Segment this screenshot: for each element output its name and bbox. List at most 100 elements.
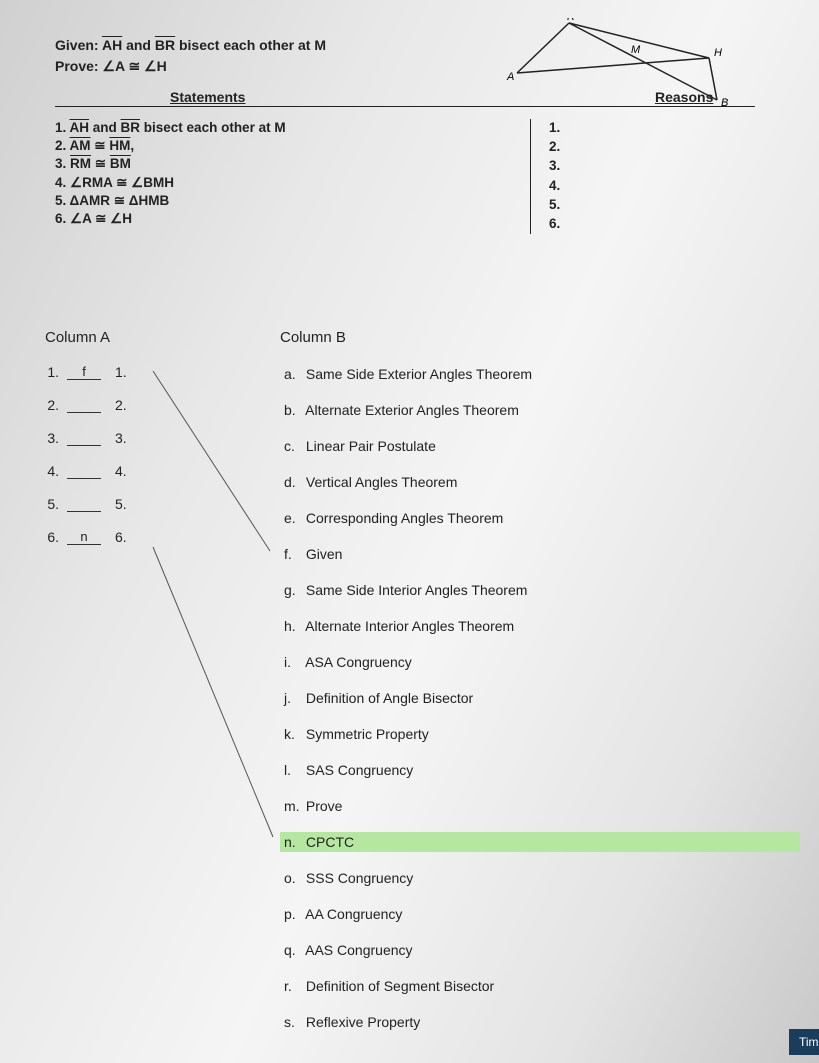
- option-text: AA Congruency: [305, 906, 402, 922]
- option-letter: g.: [284, 582, 302, 598]
- statement-row: 4. ∠RMA ≅ ∠BMH: [55, 174, 525, 192]
- column-b-item[interactable]: p. AA Congruency: [280, 904, 800, 924]
- reason-row: 3.: [549, 157, 560, 175]
- option-letter: f.: [284, 546, 302, 562]
- option-text: AAS Congruency: [305, 942, 412, 958]
- option-text: ASA Congruency: [305, 654, 412, 670]
- given-label: Given:: [55, 37, 99, 53]
- column-b-item[interactable]: f. Given: [280, 544, 800, 564]
- row-num-dup: 1.: [115, 364, 127, 380]
- row-num: 3.: [45, 430, 59, 446]
- reasons-column: 1.2.3. 4.5.6.: [525, 119, 560, 234]
- given-seg-br: BR: [155, 37, 175, 53]
- column-b-item[interactable]: r. Definition of Segment Bisector: [280, 976, 800, 996]
- option-letter: q.: [284, 942, 302, 958]
- option-text: Alternate Interior Angles Theorem: [305, 618, 514, 634]
- option-letter: b.: [284, 402, 302, 418]
- column-b-item[interactable]: g. Same Side Interior Angles Theorem: [280, 580, 800, 600]
- reason-row: 2.: [549, 138, 560, 156]
- option-letter: e.: [284, 510, 302, 526]
- row-num: 4.: [45, 463, 59, 479]
- column-b-item[interactable]: b. Alternate Exterior Angles Theorem: [280, 400, 800, 420]
- matching-section: Column A 1.f1.2.2.3.3.4.4.5.5.6.n6. Colu…: [0, 329, 819, 1048]
- column-b-item[interactable]: o. SSS Congruency: [280, 868, 800, 888]
- proof-header-section: Given: AH and BR bisect each other at M …: [0, 0, 819, 117]
- answer-blank[interactable]: n: [67, 529, 101, 545]
- statement-row: 2. AM ≅ HM,: [55, 137, 525, 155]
- column-b-item[interactable]: a. Same Side Exterior Angles Theorem: [280, 364, 800, 384]
- statement-row: 5. ΔAMR ≅ ΔHMB: [55, 192, 525, 210]
- column-b-item[interactable]: h. Alternate Interior Angles Theorem: [280, 616, 800, 636]
- option-text: Alternate Exterior Angles Theorem: [305, 402, 519, 418]
- answer-blank[interactable]: [67, 464, 101, 479]
- option-letter: a.: [284, 366, 302, 382]
- row-num-dup: 3.: [115, 430, 127, 446]
- prove-text: ∠A ≅ ∠H: [99, 58, 167, 74]
- row-num: 5.: [45, 496, 59, 512]
- column-a-row: 2.2.: [45, 397, 245, 413]
- option-text: SSS Congruency: [306, 870, 413, 886]
- row-num-dup: 4.: [115, 463, 127, 479]
- option-letter: p.: [284, 906, 302, 922]
- option-text: Linear Pair Postulate: [306, 438, 436, 454]
- row-num-dup: 2.: [115, 397, 127, 413]
- option-text: Prove: [306, 798, 343, 814]
- option-text: Vertical Angles Theorem: [306, 474, 458, 490]
- diagram-label-a: A: [506, 71, 514, 83]
- option-letter: d.: [284, 474, 302, 490]
- statements-header: Statements: [170, 89, 245, 105]
- column-b-item[interactable]: s. Reflexive Property: [280, 1012, 800, 1032]
- option-letter: c.: [284, 438, 302, 454]
- option-letter: k.: [284, 726, 302, 742]
- option-text: Same Side Exterior Angles Theorem: [306, 366, 532, 382]
- option-text: CPCTC: [306, 834, 354, 850]
- column-b-item[interactable]: l. SAS Congruency: [280, 760, 800, 780]
- column-a: Column A 1.f1.2.2.3.3.4.4.5.5.6.n6.: [45, 329, 245, 1048]
- option-letter: l.: [284, 762, 302, 778]
- answer-blank[interactable]: [67, 398, 101, 413]
- option-text: Corresponding Angles Theorem: [306, 510, 503, 526]
- given-and: and: [122, 37, 155, 53]
- column-b-item[interactable]: q. AAS Congruency: [280, 940, 800, 960]
- answer-blank[interactable]: f: [67, 364, 101, 380]
- column-b-item[interactable]: d. Vertical Angles Theorem: [280, 472, 800, 492]
- column-a-row: 6.n6.: [45, 529, 245, 545]
- reasons-header: Reasons: [655, 89, 713, 105]
- timer-badge[interactable]: Tim: [789, 1029, 819, 1055]
- column-b-title: Column B: [280, 329, 800, 346]
- column-a-title: Column A: [45, 329, 245, 346]
- option-text: Same Side Interior Angles Theorem: [306, 582, 528, 598]
- column-b-item[interactable]: c. Linear Pair Postulate: [280, 436, 800, 456]
- column-b-item[interactable]: e. Corresponding Angles Theorem: [280, 508, 800, 528]
- option-text: Symmetric Property: [306, 726, 429, 742]
- given-rest: bisect each other at M: [175, 37, 326, 53]
- statement-row: 6. ∠A ≅ ∠H: [55, 210, 525, 228]
- option-text: SAS Congruency: [306, 762, 413, 778]
- reason-row: 4.: [549, 177, 560, 195]
- reason-row: 1.: [549, 119, 560, 137]
- option-text: Definition of Segment Bisector: [306, 978, 494, 994]
- column-a-row: 3. 3.: [45, 430, 245, 446]
- reason-row: 5.: [549, 196, 560, 214]
- column-a-row: 4. 4.: [45, 463, 245, 479]
- row-num-dup: 6.: [115, 529, 127, 545]
- statement-row: 1. AH and BR bisect each other at M: [55, 119, 525, 137]
- column-b-item[interactable]: n. CPCTC: [280, 832, 800, 852]
- column-b-item[interactable]: i. ASA Congruency: [280, 652, 800, 672]
- option-letter: r.: [284, 978, 302, 994]
- diagram-label-r: R: [567, 18, 575, 23]
- reason-row: 6.: [549, 215, 560, 233]
- column-b-item[interactable]: j. Definition of Angle Bisector: [280, 688, 800, 708]
- option-letter: i.: [284, 654, 302, 670]
- diagram-label-m: M: [631, 44, 641, 56]
- column-b-item[interactable]: m. Prove: [280, 796, 800, 816]
- row-num-dup: 5.: [115, 496, 127, 512]
- proof-headers: Statements Reasons: [55, 89, 769, 105]
- option-letter: m.: [284, 798, 302, 814]
- option-letter: o.: [284, 870, 302, 886]
- answer-blank[interactable]: [67, 497, 101, 512]
- answer-blank[interactable]: [67, 431, 101, 446]
- row-num: 1.: [45, 364, 59, 380]
- column-a-row: 1. f 1.: [45, 364, 245, 380]
- column-b-item[interactable]: k. Symmetric Property: [280, 724, 800, 744]
